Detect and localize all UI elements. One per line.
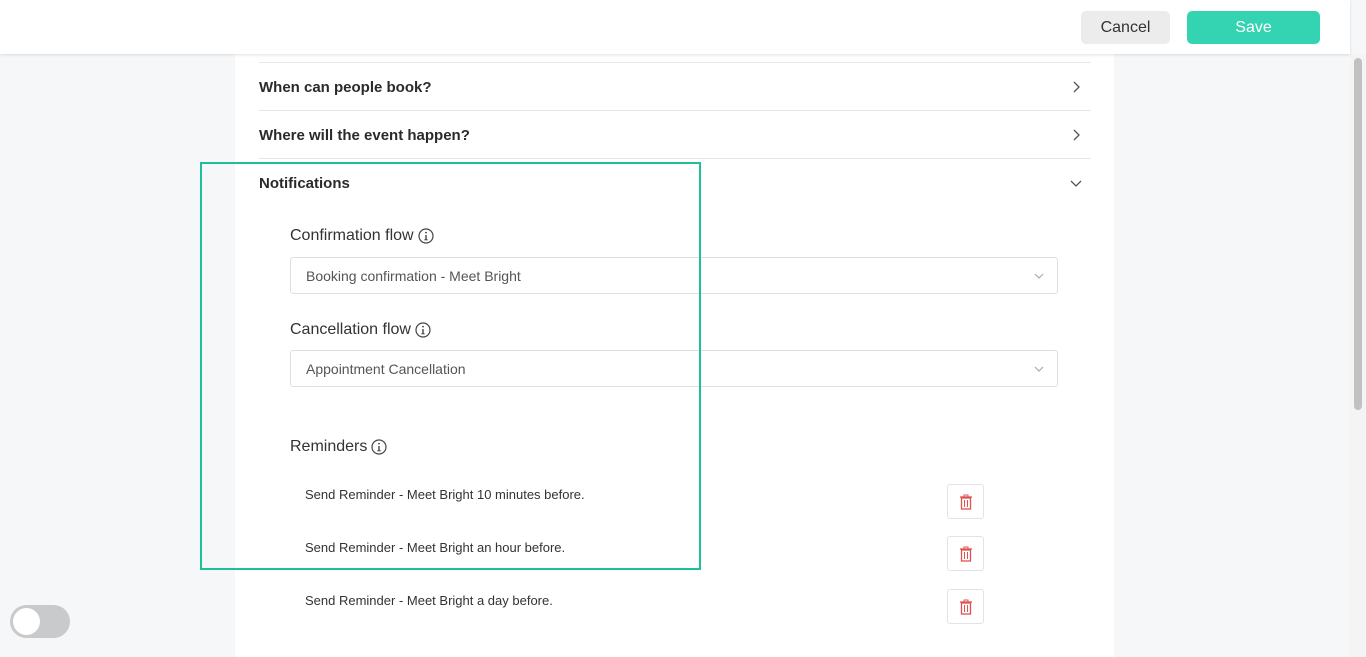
confirmation-flow-label: Confirmation flow [290, 227, 434, 245]
section-title: When can people book? [259, 78, 432, 96]
confirmation-flow-value: Booking confirmation - Meet Bright [306, 267, 521, 284]
reminders-label: Reminders [290, 438, 387, 456]
top-bar: Cancel Save [0, 0, 1350, 54]
toggle-switch[interactable] [10, 605, 70, 638]
trash-icon [959, 546, 972, 562]
reminder-item: Send Reminder - Meet Bright an hour befo… [305, 540, 566, 555]
section-title: Notifications [259, 174, 350, 192]
delete-reminder-button[interactable] [947, 589, 984, 624]
section-when-can-people-book[interactable]: When can people book? [259, 62, 1091, 111]
section-title: Where will the event happen? [259, 126, 470, 144]
chevron-right-icon [1073, 81, 1080, 93]
section-notifications[interactable]: Notifications [259, 158, 1091, 207]
cancellation-flow-label: Cancellation flow [290, 321, 431, 339]
trash-icon [959, 599, 972, 615]
cancellation-flow-select[interactable]: Appointment Cancellation [290, 350, 1058, 387]
reminder-item: Send Reminder - Meet Bright 10 minutes b… [305, 487, 585, 502]
reminders-text: Reminders [290, 438, 368, 455]
delete-reminder-button[interactable] [947, 536, 984, 571]
info-icon[interactable] [415, 322, 431, 338]
reminder-item: Send Reminder - Meet Bright a day before… [305, 593, 553, 608]
chevron-down-icon [1034, 273, 1044, 279]
info-icon[interactable] [371, 439, 387, 455]
section-where-event-happen[interactable]: Where will the event happen? [259, 110, 1091, 159]
cancellation-flow-text: Cancellation flow [290, 321, 411, 338]
event-settings-panel: When can people book? Where will the eve… [235, 54, 1114, 657]
chevron-down-icon [1034, 366, 1044, 372]
delete-reminder-button[interactable] [947, 484, 984, 519]
info-icon[interactable] [418, 228, 434, 244]
cancellation-flow-value: Appointment Cancellation [306, 360, 466, 377]
confirmation-flow-select[interactable]: Booking confirmation - Meet Bright [290, 257, 1058, 294]
save-button[interactable]: Save [1187, 11, 1320, 44]
chevron-right-icon [1073, 129, 1080, 141]
cancel-button[interactable]: Cancel [1081, 11, 1170, 44]
trash-icon [959, 494, 972, 510]
confirmation-flow-text: Confirmation flow [290, 227, 414, 244]
chevron-down-icon [1070, 180, 1082, 187]
scrollbar-thumb[interactable] [1354, 58, 1362, 410]
toggle-knob [13, 608, 40, 635]
